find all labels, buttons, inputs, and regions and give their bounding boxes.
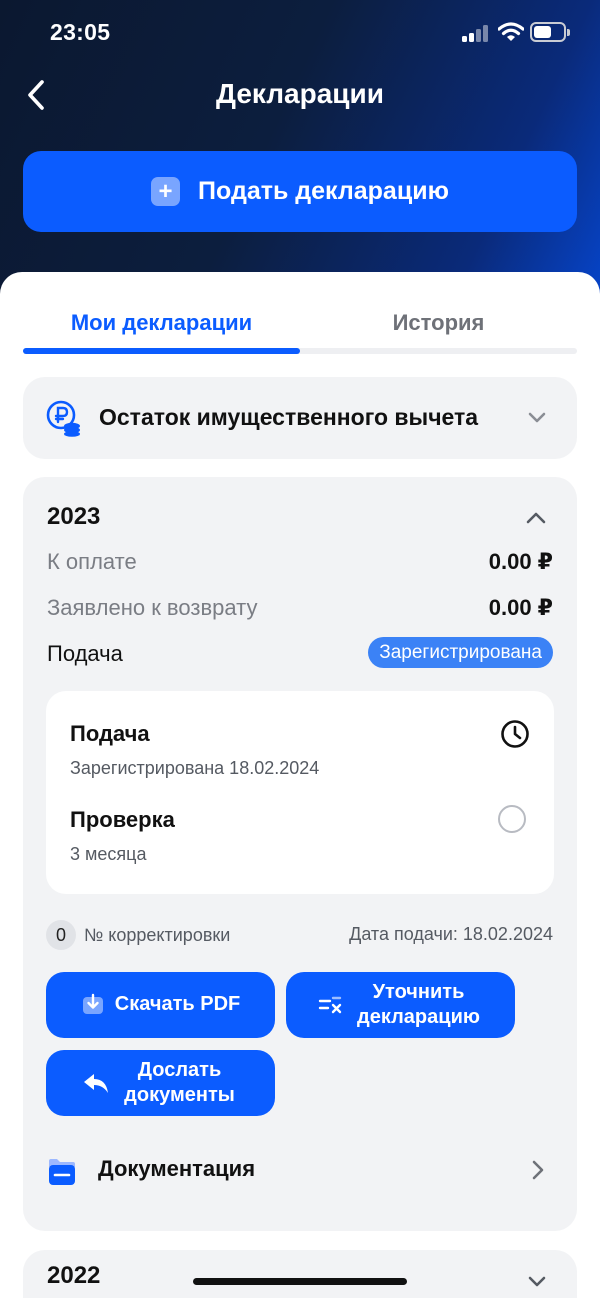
reply-arrow-icon: [82, 1071, 110, 1095]
submit-declaration-button[interactable]: + Подать декларацию: [23, 151, 577, 232]
correction-label: № корректировки: [84, 924, 231, 945]
refund-row: Заявлено к возврату 0.00 ₽: [47, 595, 553, 621]
page-title: Декларации: [216, 78, 384, 109]
tab-bar: Мои декларации История: [23, 292, 577, 354]
declaration-card-2022[interactable]: 2022: [23, 1250, 577, 1298]
filing-label: Подача: [47, 641, 123, 666]
documentation-label: Документация: [98, 1156, 256, 1181]
send-documents-label: Дослать документы: [124, 1058, 235, 1106]
declaration-year: 2023: [47, 503, 101, 530]
declaration-card-2023: 2023 К оплате 0.00 ₽ Заявлено к возврату…: [23, 477, 577, 1231]
tab-history[interactable]: История: [300, 310, 577, 336]
to-pay-row: К оплате 0.00 ₽: [47, 549, 553, 575]
download-icon: [81, 993, 105, 1017]
property-deduction-row[interactable]: Остаток имущественного вычета: [23, 377, 577, 459]
chevron-up-icon[interactable]: [525, 511, 547, 525]
tab-indicator: [23, 348, 300, 354]
to-pay-label: К оплате: [47, 549, 137, 574]
empty-circle-icon: [498, 805, 526, 833]
clarify-declaration-label: Уточнить декларацию: [357, 980, 480, 1028]
home-indicator[interactable]: [193, 1278, 407, 1285]
folder-icon: [49, 1159, 75, 1185]
clock-icon: [501, 720, 529, 748]
step-title: Подача: [70, 721, 150, 746]
edit-list-icon: [318, 994, 344, 1016]
send-documents-button[interactable]: Дослать документы: [46, 1050, 275, 1116]
status-bar: 23:05: [0, 0, 600, 66]
chevron-right-icon: [532, 1160, 544, 1180]
chevron-down-icon: [528, 412, 546, 423]
tab-indicator-track: [23, 348, 577, 354]
submit-declaration-label: Подать декларацию: [198, 177, 449, 205]
to-pay-value: 0.00 ₽: [488, 549, 553, 574]
download-pdf-button[interactable]: Скачать PDF: [46, 972, 275, 1038]
documentation-row[interactable]: Документация: [46, 1153, 553, 1193]
submission-date: Дата подачи: 18.02.2024: [349, 924, 553, 944]
status-time: 23:05: [50, 19, 111, 45]
status-badge: Зарегистрирована: [368, 637, 553, 668]
declaration-year: 2022: [47, 1262, 101, 1289]
chevron-down-icon: [528, 1276, 546, 1287]
refund-label: Заявлено к возврату: [47, 595, 258, 620]
download-pdf-label: Скачать PDF: [114, 993, 241, 1016]
wifi-icon: [498, 22, 524, 41]
ruble-coins-icon: [46, 400, 80, 437]
battery-icon: [530, 22, 570, 42]
clarify-declaration-button[interactable]: Уточнить декларацию: [286, 972, 515, 1038]
step-subtitle: 3 месяца: [70, 844, 147, 864]
cellular-signal-icon: [462, 24, 490, 42]
step-title: Проверка: [70, 807, 175, 832]
filing-steps: Подача Зарегистрирована 18.02.2024 Прове…: [46, 691, 554, 894]
correction-number: 0: [46, 920, 76, 950]
plus-icon: +: [151, 177, 181, 206]
correction-info: 0 № корректировки: [46, 920, 230, 950]
step-subtitle: Зарегистрирована 18.02.2024: [70, 758, 320, 778]
tab-my-declarations[interactable]: Мои декларации: [23, 310, 300, 336]
refund-value: 0.00 ₽: [488, 595, 553, 620]
property-deduction-label: Остаток имущественного вычета: [99, 404, 479, 430]
